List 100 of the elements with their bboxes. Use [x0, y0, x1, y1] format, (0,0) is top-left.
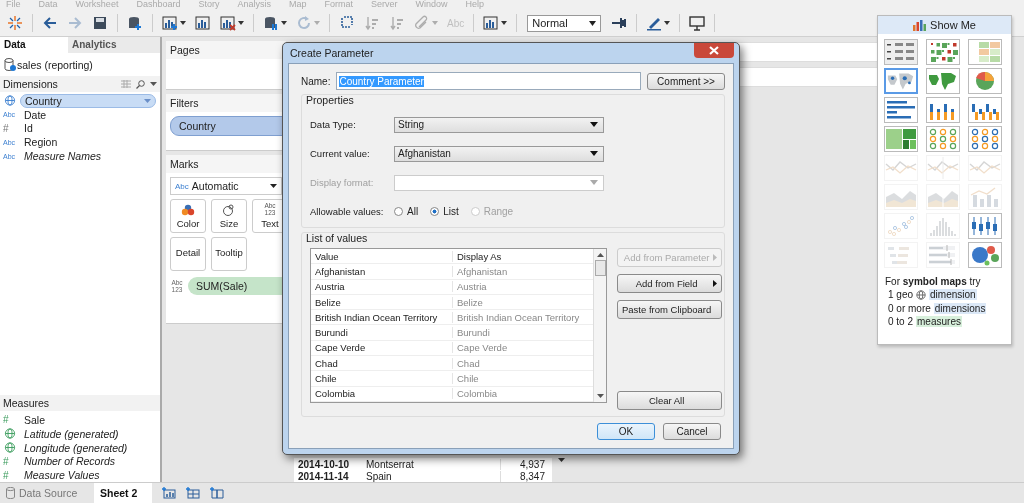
clear-all-button[interactable]: Clear All: [617, 391, 723, 410]
scroll-down-icon[interactable]: [596, 394, 604, 398]
database-icon: [6, 487, 15, 499]
new-story-icon[interactable]: [210, 487, 224, 499]
table-cell[interactable]: Afghanistan: [311, 265, 452, 277]
pin-icon[interactable]: [611, 15, 628, 31]
close-button[interactable]: [694, 42, 734, 58]
table-cell[interactable]: Austria: [311, 281, 452, 293]
table-cell-text: 2014-11-14: [297, 470, 350, 482]
caret-icon[interactable]: [270, 184, 277, 188]
sidebar-tab[interactable]: Data: [0, 37, 68, 53]
save-icon[interactable]: [92, 15, 108, 31]
mark-type-dropdown[interactable]: Abc Automatic: [170, 177, 282, 195]
measure-pill[interactable]: SUM(Sale): [188, 277, 282, 295]
chart-type-option[interactable]: [926, 97, 960, 123]
chart-type-option[interactable]: [968, 68, 1002, 94]
chart-type-option[interactable]: [968, 97, 1002, 123]
table-cell[interactable]: Colombia: [311, 388, 452, 400]
chart-type-option[interactable]: [926, 126, 960, 152]
field-item[interactable]: Date: [20, 108, 51, 121]
dialog-button[interactable]: OK: [597, 423, 655, 440]
field-item[interactable]: Measure Names: [20, 150, 106, 163]
add-from-field-button[interactable]: Add from Field: [617, 274, 723, 293]
field-item[interactable]: Measure Values: [20, 469, 104, 482]
table-cell-text: Montserrat: [365, 458, 415, 470]
database-pause-icon[interactable]: [263, 15, 287, 31]
group-title: Properties: [306, 94, 355, 106]
caret-icon[interactable]: [558, 458, 565, 462]
sheet-tab[interactable]: Sheet 2: [94, 483, 152, 503]
field-item[interactable]: Sale: [20, 413, 49, 426]
new-dashboard-icon[interactable]: [186, 487, 200, 499]
back-arrow-icon[interactable]: [42, 15, 58, 31]
scroll-thumb[interactable]: [594, 260, 606, 276]
radio-button[interactable]: List: [430, 206, 459, 217]
field-item[interactable]: Region: [20, 136, 62, 149]
logo-icon[interactable]: [7, 15, 23, 31]
table-cell[interactable]: Chad: [311, 357, 452, 369]
color-button[interactable]: Color: [170, 199, 206, 233]
caret-icon[interactable]: [590, 122, 598, 127]
submenu-arrow-icon: [713, 280, 718, 287]
new-worksheet-icon[interactable]: [162, 487, 176, 499]
bar-chart-icon[interactable]: [195, 15, 211, 31]
column-header[interactable]: Value: [311, 250, 452, 262]
data-type-icon: #: [3, 455, 17, 467]
dialog-button[interactable]: Cancel: [663, 423, 721, 440]
tooltip-button[interactable]: Tooltip: [211, 237, 247, 271]
chart-type-option[interactable]: [884, 126, 918, 152]
add-chart-icon[interactable]: [162, 15, 186, 31]
bar-chart-icon[interactable]: [483, 15, 508, 31]
chart-type-option[interactable]: [884, 97, 918, 123]
monitor-icon[interactable]: [689, 15, 706, 31]
color-dots-icon: [181, 204, 195, 216]
field-item[interactable]: Longitude (generated): [20, 441, 132, 454]
table-cell[interactable]: Burundi: [311, 327, 452, 339]
sheet-tab[interactable]: Data Source: [0, 483, 94, 503]
chart-type-option[interactable]: [968, 242, 1002, 268]
panel-title-text: Show Me: [930, 19, 976, 31]
sidebar-tab[interactable]: Analytics: [68, 37, 136, 53]
chart-type-option[interactable]: [884, 39, 918, 65]
caret-icon[interactable]: [589, 20, 597, 26]
chart-type-option[interactable]: [884, 68, 918, 94]
bar-chart-icon: [913, 19, 927, 31]
detail-button[interactable]: Detail: [170, 237, 206, 271]
chart-type-option[interactable]: [926, 39, 960, 65]
add-database-icon[interactable]: [127, 15, 143, 31]
radio-button[interactable]: All: [394, 206, 419, 217]
section-title: Dimensions: [3, 78, 58, 90]
chart-type-option[interactable]: [968, 126, 1002, 152]
field-item[interactable]: Id: [20, 122, 37, 135]
field-item[interactable]: Number of Records: [20, 455, 120, 468]
comment-button[interactable]: Comment >>: [647, 72, 725, 90]
size-button[interactable]: Size: [211, 199, 247, 233]
pen-icon[interactable]: [646, 15, 671, 31]
table-cell[interactable]: Chile: [311, 373, 452, 384]
dropdown[interactable]: Afghanistan: [394, 145, 604, 162]
section-title: Measures: [3, 397, 50, 409]
table-cell-text: 2014-10-10: [297, 458, 351, 470]
scroll-up-icon[interactable]: [596, 253, 604, 257]
dropdown[interactable]: String: [394, 116, 604, 133]
requirement-term: measures: [916, 316, 962, 328]
paste-button[interactable]: Paste from Clipboard: [617, 300, 723, 319]
caret-icon[interactable]: [590, 151, 598, 156]
scrollbar[interactable]: [593, 249, 606, 402]
globe-icon: [916, 289, 927, 300]
close-icon[interactable]: [709, 45, 719, 55]
search-icon[interactable]: [136, 79, 145, 89]
fit-dropdown[interactable]: Normal: [527, 14, 602, 32]
requirement-term: dimension: [929, 289, 977, 301]
datasource-name[interactable]: sales (reporting): [17, 58, 93, 71]
circles-size-icon: [222, 204, 236, 216]
chart-type-option[interactable]: [926, 68, 960, 94]
table-cell[interactable]: Belize: [311, 296, 452, 308]
clear-chart-icon[interactable]: [220, 15, 244, 31]
table-cell[interactable]: Cape Verde: [311, 342, 452, 354]
field-item[interactable]: Country: [20, 93, 156, 108]
chart-type-option[interactable]: [968, 213, 1002, 239]
table-cell[interactable]: British Indian Ocean Territory: [311, 311, 452, 323]
database-icon: [4, 58, 16, 71]
caret-icon[interactable]: [150, 82, 157, 86]
field-item[interactable]: Latitude (generated): [20, 427, 123, 440]
